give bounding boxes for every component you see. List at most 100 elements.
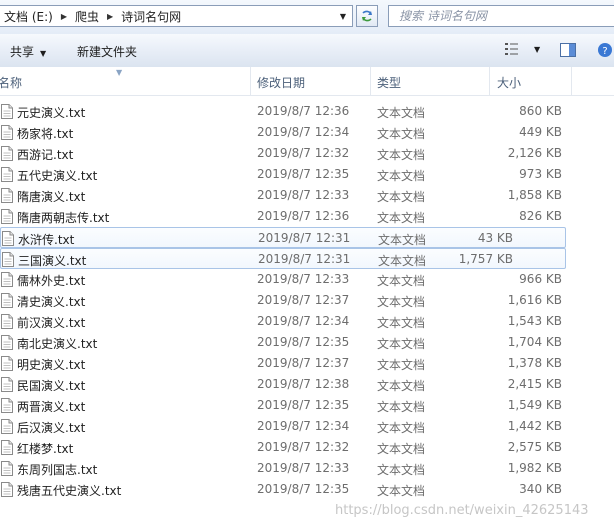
file-modified-date: 2019/8/7 12:35 <box>257 398 350 412</box>
file-name: 清史演义.txt <box>17 295 86 309</box>
file-type: 文本文档 <box>377 379 426 393</box>
column-divider[interactable] <box>250 67 251 95</box>
file-row[interactable]: 两晋演义.txt 2019/8/7 12:35 文本文档 1,549 KB <box>0 395 614 416</box>
text-file-icon <box>1 461 13 476</box>
address-row: 文档 (E:) ▶ 爬虫 ▶ 诗词名句网 ▼ <box>0 0 614 34</box>
text-file-icon <box>1 377 13 392</box>
file-type: 文本文档 <box>377 169 426 183</box>
file-row[interactable]: 残唐五代史演义.txt 2019/8/7 12:35 文本文档 340 KB <box>0 479 614 500</box>
file-type: 文本文档 <box>377 421 426 435</box>
file-row[interactable]: 五代史演义.txt 2019/8/7 12:35 文本文档 973 KB <box>0 164 614 185</box>
chevron-down-icon: ▼ <box>534 44 541 54</box>
chevron-right-icon[interactable]: ▶ <box>104 12 116 21</box>
file-size: 1,378 KB <box>507 356 562 370</box>
preview-pane-button[interactable] <box>560 43 576 60</box>
file-modified-date: 2019/8/7 12:31 <box>258 231 351 245</box>
file-modified-date: 2019/8/7 12:34 <box>257 314 350 328</box>
file-row[interactable]: 清史演义.txt 2019/8/7 12:37 文本文档 1,616 KB <box>0 290 614 311</box>
file-modified-date: 2019/8/7 12:35 <box>257 335 350 349</box>
address-bar[interactable]: 文档 (E:) ▶ 爬虫 ▶ 诗词名句网 ▼ <box>0 5 353 27</box>
file-modified-date: 2019/8/7 12:38 <box>257 377 350 391</box>
file-row[interactable]: 隋唐两朝志传.txt 2019/8/7 12:36 文本文档 826 KB <box>0 206 614 227</box>
file-row[interactable]: 西游记.txt 2019/8/7 12:32 文本文档 2,126 KB <box>0 143 614 164</box>
file-type: 文本文档 <box>377 274 426 288</box>
file-row[interactable]: 水浒传.txt 2019/8/7 12:31 文本文档 43 KB <box>0 227 566 248</box>
file-row[interactable]: 前汉演义.txt 2019/8/7 12:34 文本文档 1,543 KB <box>0 311 614 332</box>
file-size: 1,858 KB <box>507 188 562 202</box>
file-type: 文本文档 <box>377 463 426 477</box>
file-name: 前汉演义.txt <box>17 316 86 330</box>
file-row[interactable]: 元史演义.txt 2019/8/7 12:36 文本文档 860 KB <box>0 101 614 122</box>
refresh-icon <box>362 10 372 22</box>
breadcrumb-folder-spider[interactable]: 爬虫 <box>70 8 104 25</box>
new-folder-label: 新建文件夹 <box>77 45 138 59</box>
text-file-icon <box>1 440 13 455</box>
address-dropdown-icon[interactable]: ▼ <box>336 6 350 26</box>
file-type: 文本文档 <box>377 358 426 372</box>
file-row[interactable]: 红楼梦.txt 2019/8/7 12:32 文本文档 2,575 KB <box>0 437 614 458</box>
file-size: 449 KB <box>519 125 562 139</box>
file-size: 826 KB <box>519 209 562 223</box>
chevron-down-icon: ▼ <box>40 49 47 58</box>
column-header-type[interactable]: 类型 <box>377 74 401 91</box>
file-size: 1,982 KB <box>507 461 562 475</box>
file-name: 儒林外史.txt <box>17 274 86 288</box>
file-row[interactable]: 杨家将.txt 2019/8/7 12:34 文本文档 449 KB <box>0 122 614 143</box>
command-bar: 共享 ▼ 新建文件夹 ▼ ? <box>0 34 614 68</box>
file-type: 文本文档 <box>377 337 426 351</box>
file-type: 文本文档 <box>377 148 426 162</box>
help-button[interactable]: ? <box>597 42 613 61</box>
file-size: 1,543 KB <box>507 314 562 328</box>
file-row[interactable]: 儒林外史.txt 2019/8/7 12:33 文本文档 966 KB <box>0 269 614 290</box>
share-button[interactable]: 共享 ▼ <box>10 43 46 60</box>
breadcrumb-drive[interactable]: 文档 (E:) <box>0 8 58 25</box>
file-row[interactable]: 东周列国志.txt 2019/8/7 12:33 文本文档 1,982 KB <box>0 458 614 479</box>
file-name: 民国演义.txt <box>17 379 86 393</box>
column-header-modified[interactable]: 修改日期 <box>257 74 305 91</box>
file-type: 文本文档 <box>377 190 426 204</box>
file-row[interactable]: 后汉演义.txt 2019/8/7 12:34 文本文档 1,442 KB <box>0 416 614 437</box>
file-name: 三国演义.txt <box>18 254 87 268</box>
breadcrumb-folder-current[interactable]: 诗词名句网 <box>116 8 186 25</box>
file-type: 文本文档 <box>377 442 426 456</box>
file-size: 2,575 KB <box>507 440 562 454</box>
text-file-icon <box>1 356 13 371</box>
file-list: 元史演义.txt 2019/8/7 12:36 文本文档 860 KB 杨家将.txt 2… <box>0 101 614 500</box>
file-name: 元史演义.txt <box>17 106 86 120</box>
search-box[interactable] <box>388 5 614 27</box>
file-modified-date: 2019/8/7 12:37 <box>257 356 350 370</box>
file-modified-date: 2019/8/7 12:33 <box>257 272 350 286</box>
file-modified-date: 2019/8/7 12:35 <box>257 167 350 181</box>
column-divider[interactable] <box>489 67 490 95</box>
column-divider[interactable] <box>571 67 572 95</box>
file-modified-date: 2019/8/7 12:33 <box>257 461 350 475</box>
chevron-right-icon[interactable]: ▶ <box>58 12 70 21</box>
text-file-icon <box>1 482 13 497</box>
file-row[interactable]: 南北史演义.txt 2019/8/7 12:35 文本文档 1,704 KB <box>0 332 614 353</box>
refresh-button[interactable] <box>356 5 378 27</box>
file-name: 东周列国志.txt <box>17 463 98 477</box>
file-size: 1,704 KB <box>507 335 562 349</box>
file-name: 南北史演义.txt <box>17 337 98 351</box>
column-divider[interactable] <box>370 67 371 95</box>
file-modified-date: 2019/8/7 12:37 <box>257 293 350 307</box>
file-modified-date: 2019/8/7 12:32 <box>257 440 350 454</box>
file-name: 红楼梦.txt <box>17 442 74 456</box>
file-name: 两晋演义.txt <box>17 400 86 414</box>
file-row[interactable]: 明史演义.txt 2019/8/7 12:37 文本文档 1,378 KB <box>0 353 614 374</box>
column-header-size[interactable]: 大小 <box>497 74 521 91</box>
file-row[interactable]: 隋唐演义.txt 2019/8/7 12:33 文本文档 1,858 KB <box>0 185 614 206</box>
file-type: 文本文档 <box>378 233 427 247</box>
new-folder-button[interactable]: 新建文件夹 <box>77 43 137 60</box>
column-header-name[interactable]: 名称 <box>0 74 22 91</box>
file-row[interactable]: 三国演义.txt 2019/8/7 12:31 文本文档 1,757 KB <box>0 248 566 269</box>
file-row[interactable]: 民国演义.txt 2019/8/7 12:38 文本文档 2,415 KB <box>0 374 614 395</box>
file-size: 860 KB <box>519 104 562 118</box>
file-name: 明史演义.txt <box>17 358 86 372</box>
file-type: 文本文档 <box>377 484 426 498</box>
file-size: 966 KB <box>519 272 562 286</box>
file-name: 隋唐演义.txt <box>17 190 86 204</box>
search-input[interactable] <box>397 8 601 24</box>
file-name: 隋唐两朝志传.txt <box>17 211 110 225</box>
view-options-button[interactable]: ▼ <box>504 42 540 56</box>
